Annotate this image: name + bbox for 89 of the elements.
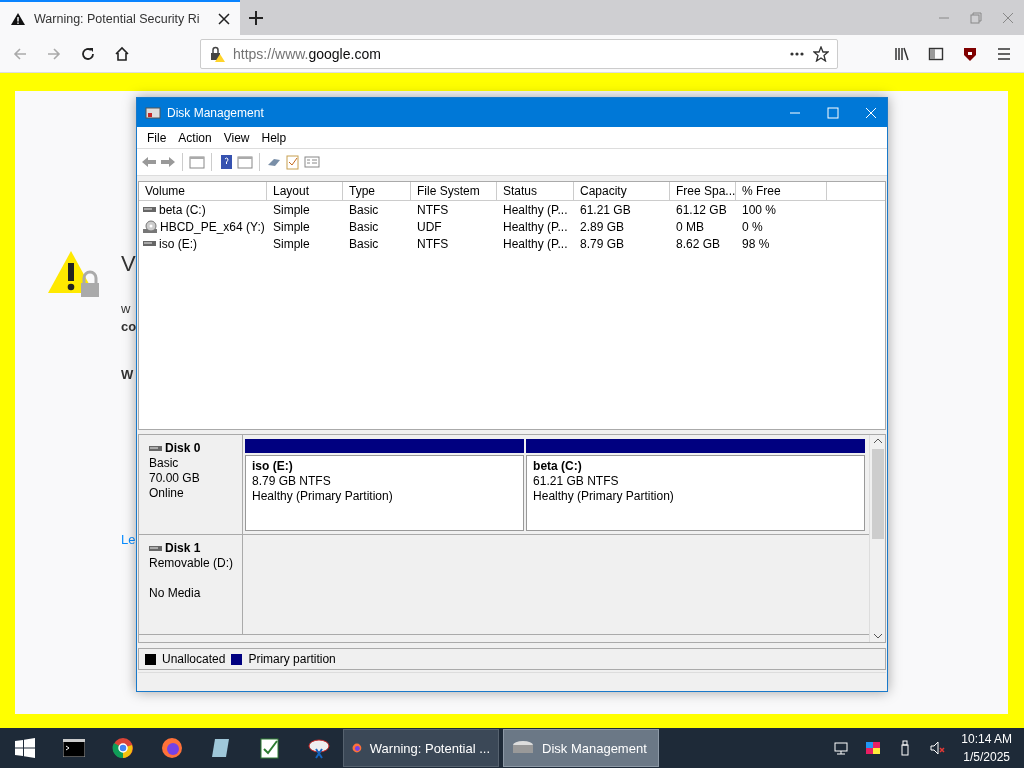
terminal-icon[interactable] — [62, 739, 85, 757]
plus-icon[interactable] — [248, 9, 264, 26]
table-cell-text: NTFS — [416, 202, 450, 217]
insecure-lock-icon — [209, 45, 225, 62]
disk-info: 70.00 GB — [149, 471, 201, 486]
table-cell-text: Simple — [272, 202, 311, 217]
page-text: co — [121, 319, 137, 334]
taskbar-window-button[interactable]: Disk Management — [503, 729, 659, 767]
menu-item[interactable]: Action — [172, 130, 218, 145]
star-icon[interactable] — [813, 45, 829, 62]
home-icon[interactable] — [114, 45, 130, 62]
table-cell-text: 98 % — [741, 236, 771, 251]
partition-panel[interactable]: beta (C:) 61.21 GB NTFS Healthy (Primary Partition) — [526, 455, 865, 531]
windows-icon — [14, 738, 35, 758]
legend-label: Primary partition — [248, 652, 336, 666]
back-icon[interactable] — [141, 154, 157, 170]
table-cell-text: Basic — [348, 236, 380, 251]
clock-date: 1/5/2025 — [963, 749, 1010, 766]
table-cell-text: 61.21 GB — [579, 202, 632, 217]
disk-info: Basic — [149, 456, 180, 471]
table-cell: beta (C:) — [159, 202, 206, 217]
snipping-tool-icon[interactable] — [307, 737, 330, 759]
address-bar[interactable]: https://www.google.com — [200, 38, 838, 69]
table-cell-text: NTFS — [416, 236, 450, 251]
table-cell-text: 2.89 GB — [579, 219, 626, 234]
partition-size: 8.79 GB NTFS — [252, 474, 331, 489]
partition-name: iso (E:) — [252, 459, 293, 474]
browser-tab[interactable]: Warning: Potential Security Ri — [0, 0, 240, 35]
table-cell: iso (E:) — [159, 236, 197, 251]
partition-status: Healthy (Primary Partition) — [252, 489, 393, 504]
drive-icon — [143, 206, 156, 213]
menu-item[interactable]: View — [217, 130, 256, 145]
table-cell-text: Simple — [272, 236, 311, 251]
table-cell-text: Basic — [348, 202, 380, 217]
optical-drive-icon — [143, 219, 157, 234]
color-display-icon[interactable] — [865, 740, 882, 756]
shield-icon[interactable] — [962, 45, 978, 62]
clock-time: 10:14 AM — [961, 731, 1012, 748]
menu-item[interactable]: Help — [255, 130, 293, 145]
drive-icon — [149, 545, 162, 552]
menu-item[interactable]: File — [141, 130, 173, 145]
tab-title: Warning: Potential Security Ri — [34, 11, 201, 26]
table-cell-text: Basic — [348, 219, 380, 234]
table-cell-text: 0 MB — [675, 219, 705, 234]
window-title: Disk Management — [167, 105, 264, 120]
table-cell: HBCD_PE_x64 (Y:) — [160, 219, 265, 234]
legend-label: Unallocated — [162, 652, 226, 666]
sidebar-icon[interactable] — [928, 45, 944, 62]
checklist-icon[interactable] — [285, 154, 301, 170]
partition-name: beta (C:) — [533, 459, 582, 474]
page-text: w — [121, 301, 131, 316]
table-cell-text: Healthy (P... — [502, 202, 569, 217]
disk-info: Removable (D:) — [149, 556, 235, 571]
partition-status: Healthy (Primary Partition) — [533, 489, 674, 504]
table-cell-text: UDF — [416, 219, 443, 234]
page-heading: V — [121, 251, 136, 277]
table-cell-text: Healthy (P... — [502, 236, 569, 251]
disk-name: Disk 1 — [165, 541, 201, 556]
close-icon[interactable] — [218, 12, 230, 25]
help-icon[interactable] — [218, 154, 234, 170]
partition-panel[interactable]: iso (E:) 8.79 GB NTFS Healthy (Primary Partition) — [245, 455, 525, 531]
reload-icon[interactable] — [80, 45, 96, 62]
network-icon[interactable] — [833, 740, 850, 756]
drive-icon — [143, 240, 156, 247]
disk-management-icon — [145, 104, 161, 121]
table-cell-text: 100 % — [741, 202, 778, 217]
url-text: https://www.google.com — [233, 45, 382, 62]
table-cell-text: 0 % — [741, 219, 764, 234]
chrome-icon[interactable] — [111, 737, 134, 759]
disk-info: Online — [149, 486, 185, 501]
forward-icon[interactable] — [160, 154, 176, 170]
partition-size: 61.21 GB NTFS — [533, 474, 619, 489]
taskbar-window-button[interactable]: Warning: Potential ... — [343, 729, 499, 767]
table-cell-text: 8.62 GB — [675, 236, 722, 251]
page-text: W — [121, 367, 134, 382]
notepad-icon[interactable] — [258, 737, 281, 759]
table-cell-text: Simple — [272, 219, 311, 234]
speaker-muted-icon[interactable] — [929, 740, 946, 756]
table-cell-text: 61.12 GB — [675, 202, 728, 217]
library-icon[interactable] — [894, 45, 910, 62]
table-cell-text: Healthy (P... — [502, 219, 569, 234]
menu-icon[interactable] — [996, 45, 1012, 62]
disk-info: No Media — [149, 586, 202, 601]
maximize-icon[interactable] — [827, 106, 839, 119]
scrollbar[interactable] — [869, 435, 885, 642]
table-cell-text: 8.79 GB — [579, 236, 626, 251]
drive-icon — [149, 445, 162, 452]
disk-name: Disk 0 — [165, 441, 201, 456]
firefox-icon[interactable] — [160, 737, 183, 759]
